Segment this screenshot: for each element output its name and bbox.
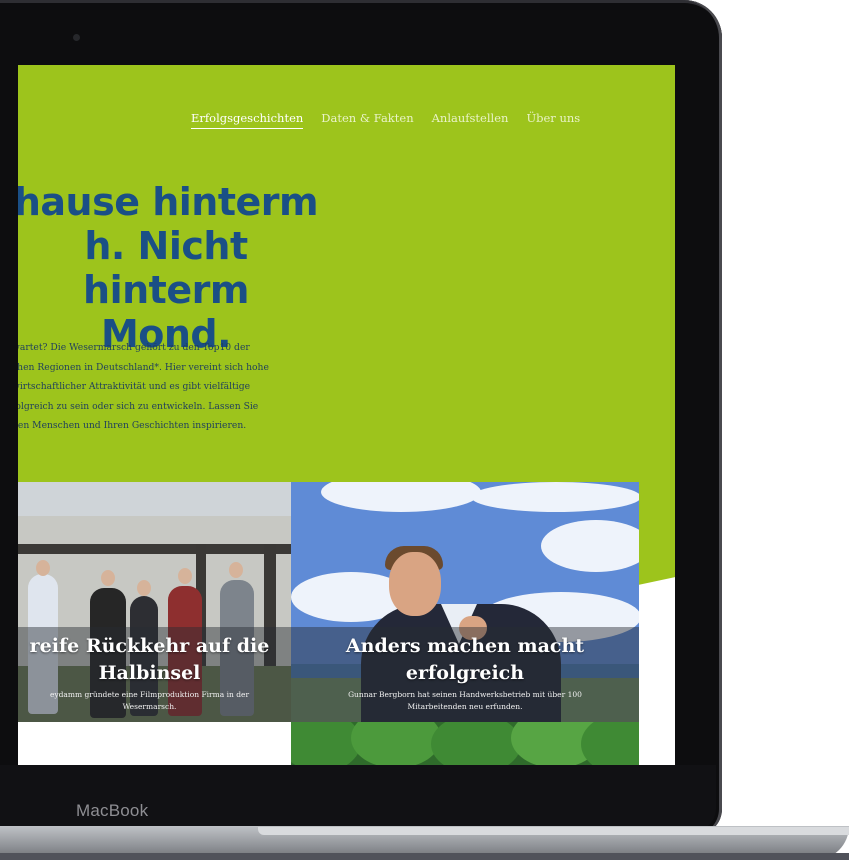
- nav-item-ueber-uns[interactable]: Über uns: [526, 111, 580, 129]
- hero-text-line: den Menschen und Ihren Geschichten inspi…: [18, 420, 247, 431]
- card-title-line: reife Rückkehr auf die: [29, 635, 270, 657]
- hero-heading-line: hause hinterm: [18, 180, 319, 224]
- photo-man-face: [389, 552, 441, 616]
- story-card-anders-machen[interactable]: Anders machen macht erfolgreich Gunnar B…: [291, 482, 639, 722]
- card-subtitle-line: Mitarbeitenden neu erfunden.: [407, 702, 523, 711]
- photo-person-head: [137, 580, 151, 596]
- card-title: Anders machen macht erfolgreich: [291, 633, 639, 687]
- hero-text-line: wirtschaftlicher Attraktivität und es gi…: [18, 381, 251, 392]
- hero-text-line: chen Regionen in Deutschland*. Hier vere…: [18, 361, 269, 373]
- card-photo-beam: [18, 544, 291, 554]
- laptop-bottom-bezel: [0, 765, 716, 831]
- hero-text-line: wartet? Die Wesermarsch gehört zu den To…: [18, 342, 250, 353]
- camera-icon: [73, 34, 80, 41]
- nav-item-anlaufstellen[interactable]: Anlaufstellen: [432, 111, 509, 129]
- photo-cloud: [471, 482, 639, 512]
- card-subtitle: eydamm gründete eine Filmproduktion Firm…: [18, 689, 291, 713]
- card-subtitle-line: Wesermarsch.: [122, 702, 177, 711]
- card-title-line: Halbinsel: [98, 662, 201, 684]
- website-screen: Erfolgsgeschichten Daten & Fakten Anlauf…: [18, 65, 675, 765]
- photo-person-head: [178, 568, 192, 584]
- main-navigation: Erfolgsgeschichten Daten & Fakten Anlauf…: [191, 111, 580, 129]
- card-subtitle-line: Gunnar Bergborn hat seinen Handwerksbetr…: [348, 690, 582, 699]
- laptop-base-shadow: [0, 853, 849, 860]
- card-title: reife Rückkehr auf die Halbinsel: [18, 633, 291, 687]
- hero-text-line: folgreich zu sein oder sich zu entwickel…: [18, 400, 259, 412]
- card-title-line: Anders machen macht: [345, 635, 585, 657]
- nav-item-daten-fakten[interactable]: Daten & Fakten: [321, 111, 413, 129]
- hero-heading: hause hinterm h. Nicht hinterm Mond.: [18, 180, 336, 356]
- card-subtitle-line: eydamm gründete eine Filmproduktion Firm…: [49, 690, 250, 699]
- card-title-line: erfolgreich: [405, 662, 525, 684]
- story-card-partial[interactable]: [291, 722, 639, 765]
- hero-paragraph: wartet? Die Wesermarsch gehört zu den To…: [18, 338, 352, 436]
- photo-tree: [351, 722, 441, 765]
- photo-tree: [291, 722, 361, 765]
- photo-tree: [581, 722, 639, 765]
- photo-person-head: [36, 560, 50, 576]
- photo-cloud: [541, 520, 639, 572]
- brand-label: MacBook: [76, 801, 149, 820]
- nav-item-erfolgsgeschichten[interactable]: Erfolgsgeschichten: [191, 111, 304, 129]
- story-card-rueckkehr[interactable]: reife Rückkehr auf die Halbinsel eydamm …: [18, 482, 291, 722]
- card-subtitle: Gunnar Bergborn hat seinen Handwerksbetr…: [291, 689, 639, 713]
- hero-heading-line: h. Nicht hinterm: [83, 224, 249, 312]
- photo-tree: [431, 722, 521, 765]
- photo-person-head: [101, 570, 115, 586]
- laptop-base-notch: [258, 827, 849, 835]
- photo-cloud: [321, 482, 481, 512]
- photo-person-head: [229, 562, 243, 578]
